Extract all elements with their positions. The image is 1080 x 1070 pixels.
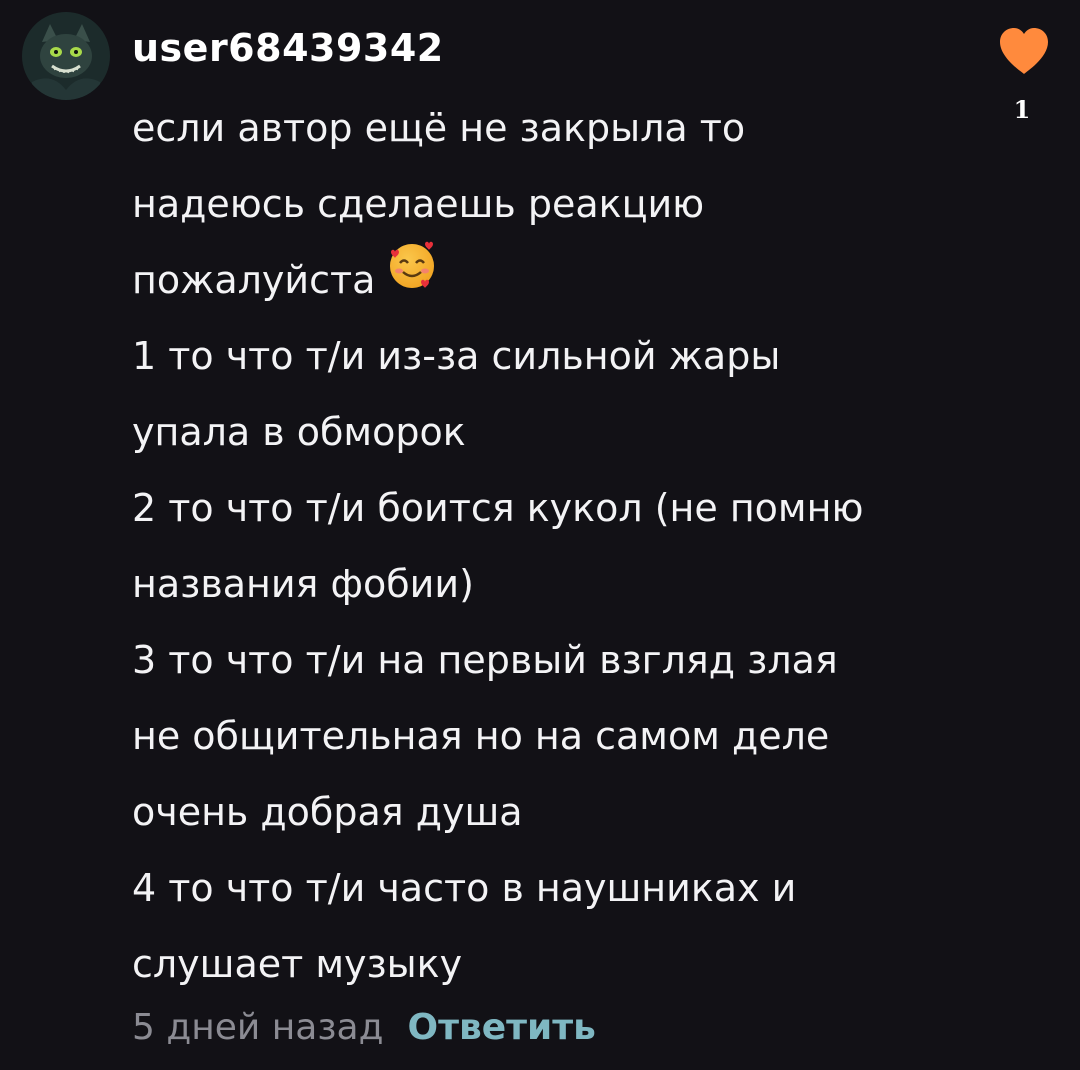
- comment-line: не общительная но на самом деле: [132, 714, 830, 758]
- smiling-face-with-hearts-icon: [385, 238, 439, 317]
- comment-line: если автор ещё не закрыла то: [132, 106, 746, 150]
- comment-line: слушает музыку: [132, 942, 463, 986]
- comment-line: надеюсь сделаешь реакцию: [132, 182, 705, 226]
- comment-line: упала в обморок: [132, 410, 466, 454]
- heart-icon: [1000, 28, 1048, 74]
- comment-line: очень добрая душа: [132, 790, 523, 834]
- comment-line: 2 то что т/и боится кукол (не помню: [132, 486, 864, 530]
- comment-line: названия фобии): [132, 562, 474, 606]
- comment-line: 1 то что т/и из-за сильной жары: [132, 334, 781, 378]
- avatar[interactable]: [22, 12, 110, 100]
- username[interactable]: user68439342: [132, 24, 444, 72]
- like-button[interactable]: [996, 26, 1052, 76]
- comment-line: 3 то что т/и на первый взгляд злая: [132, 638, 838, 682]
- reply-button[interactable]: Ответить: [407, 1007, 595, 1048]
- comment-footer: 5 дней назад Ответить: [132, 1000, 596, 1056]
- timestamp: 5 дней назад: [132, 1007, 384, 1048]
- comment-text: если автор ещё не закрыла то надеюсь сде…: [132, 90, 992, 1002]
- cat-avatar-icon: [22, 12, 110, 100]
- comment-line-with-emoji: пожалуйста: [132, 241, 992, 318]
- comment-line-text: пожалуйста: [132, 258, 376, 302]
- like-count: 1: [1013, 95, 1031, 124]
- comment-line: 4 то что т/и часто в наушниках и: [132, 866, 797, 910]
